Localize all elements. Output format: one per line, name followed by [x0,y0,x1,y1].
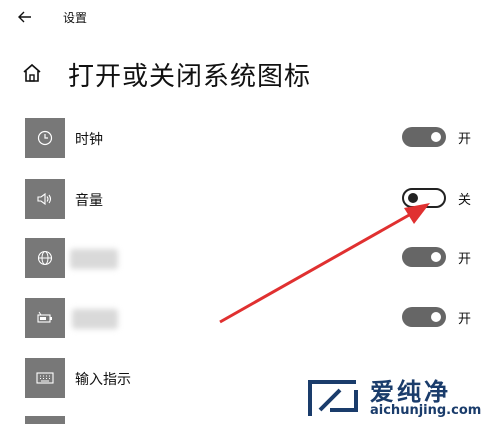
setting-row-network: 开 [0,238,490,278]
network-toggle[interactable] [402,247,446,267]
volume-icon [37,192,52,206]
power-state: 开 [458,312,472,327]
clock-tile [25,118,65,158]
keyboard-icon [36,372,54,384]
clock-state: 开 [458,132,472,147]
battery-icon [37,311,52,323]
watermark-logo-icon [308,380,358,416]
next-row-tile [25,416,65,424]
setting-row-clock: 时钟 开 [0,118,490,158]
clock-icon [37,130,53,146]
back-button[interactable] [14,7,36,27]
app-title: 设置 [63,11,88,25]
network-icon [37,250,53,266]
volume-label: 音量 [75,193,103,209]
power-tile [25,298,65,338]
input-tile [25,358,65,398]
toggle-knob [431,312,441,322]
network-tile [25,238,65,278]
volume-state: 关 [458,193,472,208]
home-button[interactable] [22,62,44,86]
volume-tile [25,179,65,219]
power-toggle[interactable] [402,307,446,327]
watermark-url: aichunjing.com [370,403,482,418]
setting-row-power: 开 [0,298,490,338]
clock-toggle[interactable] [402,127,446,147]
watermark-text: 爱纯净 [370,378,451,406]
toggle-knob [408,193,418,203]
toggle-knob [431,252,441,262]
obscured-label [70,249,118,269]
clock-label: 时钟 [75,132,103,148]
page-title: 打开或关闭系统图标 [68,62,312,92]
network-state: 开 [458,252,472,267]
volume-toggle[interactable] [402,188,446,208]
home-icon [23,63,41,82]
toggle-knob [431,132,441,142]
back-arrow-icon [18,11,31,23]
input-label: 输入指示 [75,372,131,388]
watermark: 爱纯净 aichunjing.com [300,372,490,424]
title-bar: 设置 [0,0,490,36]
obscured-label [72,309,118,329]
setting-row-volume: 音量 关 [0,179,490,219]
